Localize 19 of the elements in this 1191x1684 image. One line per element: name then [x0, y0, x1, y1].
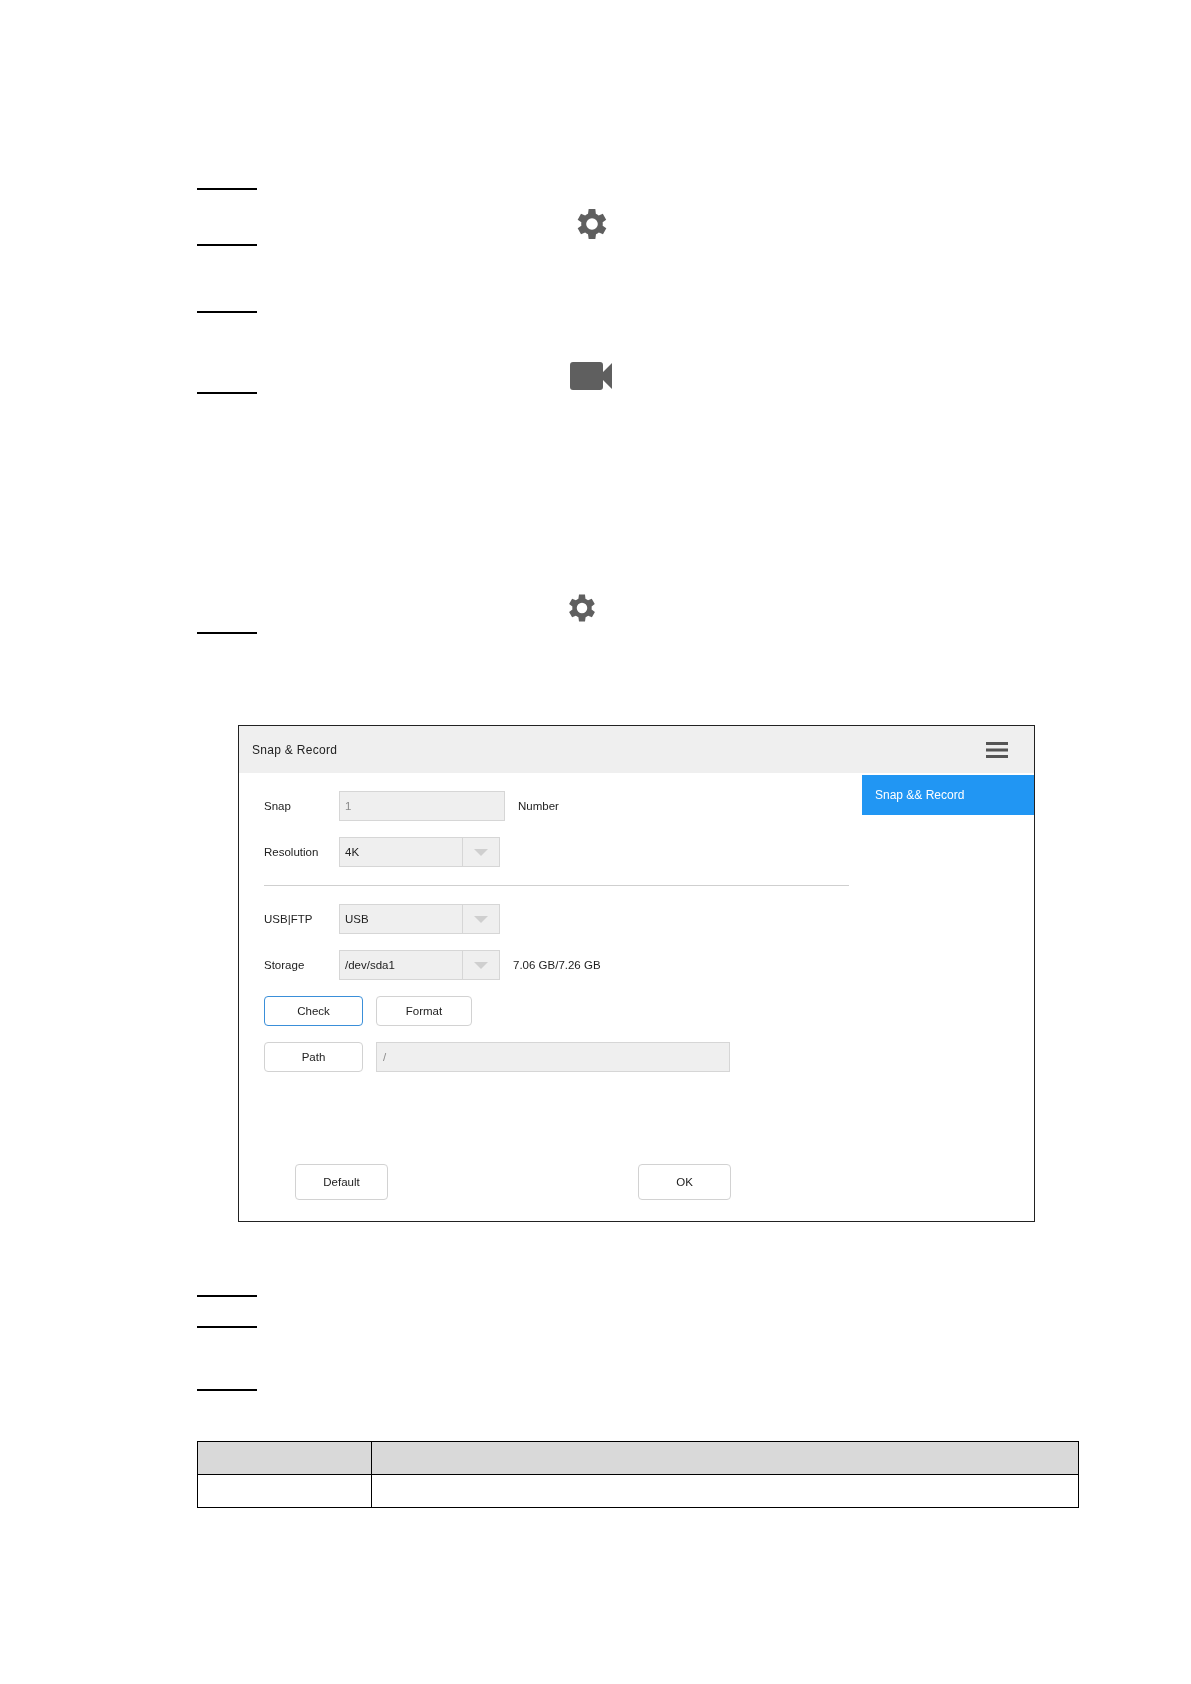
dropdown[interactable]: USB [339, 904, 500, 934]
field-note: Number [518, 800, 559, 812]
dropdown-arrow-icon [474, 961, 488, 969]
field-label: Resolution [264, 846, 320, 858]
field-label: Storage [264, 959, 306, 971]
field-label: Snap [264, 800, 292, 812]
field-label: USB|FTP [264, 913, 314, 925]
menu-icon[interactable] [986, 741, 1008, 758]
dropdown[interactable]: 4K [339, 837, 500, 867]
action-button[interactable]: Check [264, 996, 363, 1026]
ok-button[interactable]: OK [638, 1164, 731, 1200]
video-camera-icon [570, 362, 612, 390]
dropdown[interactable]: /dev/sda1 [339, 950, 500, 980]
dropdown-arrow-icon [474, 915, 488, 923]
field-note: 7.06 GB/7.26 GB [513, 959, 601, 971]
dropdown-arrow-icon [474, 848, 488, 856]
action-button[interactable]: Format [376, 996, 472, 1026]
window-title: Snap & Record [252, 742, 338, 757]
default-button[interactable]: Default [295, 1164, 388, 1200]
